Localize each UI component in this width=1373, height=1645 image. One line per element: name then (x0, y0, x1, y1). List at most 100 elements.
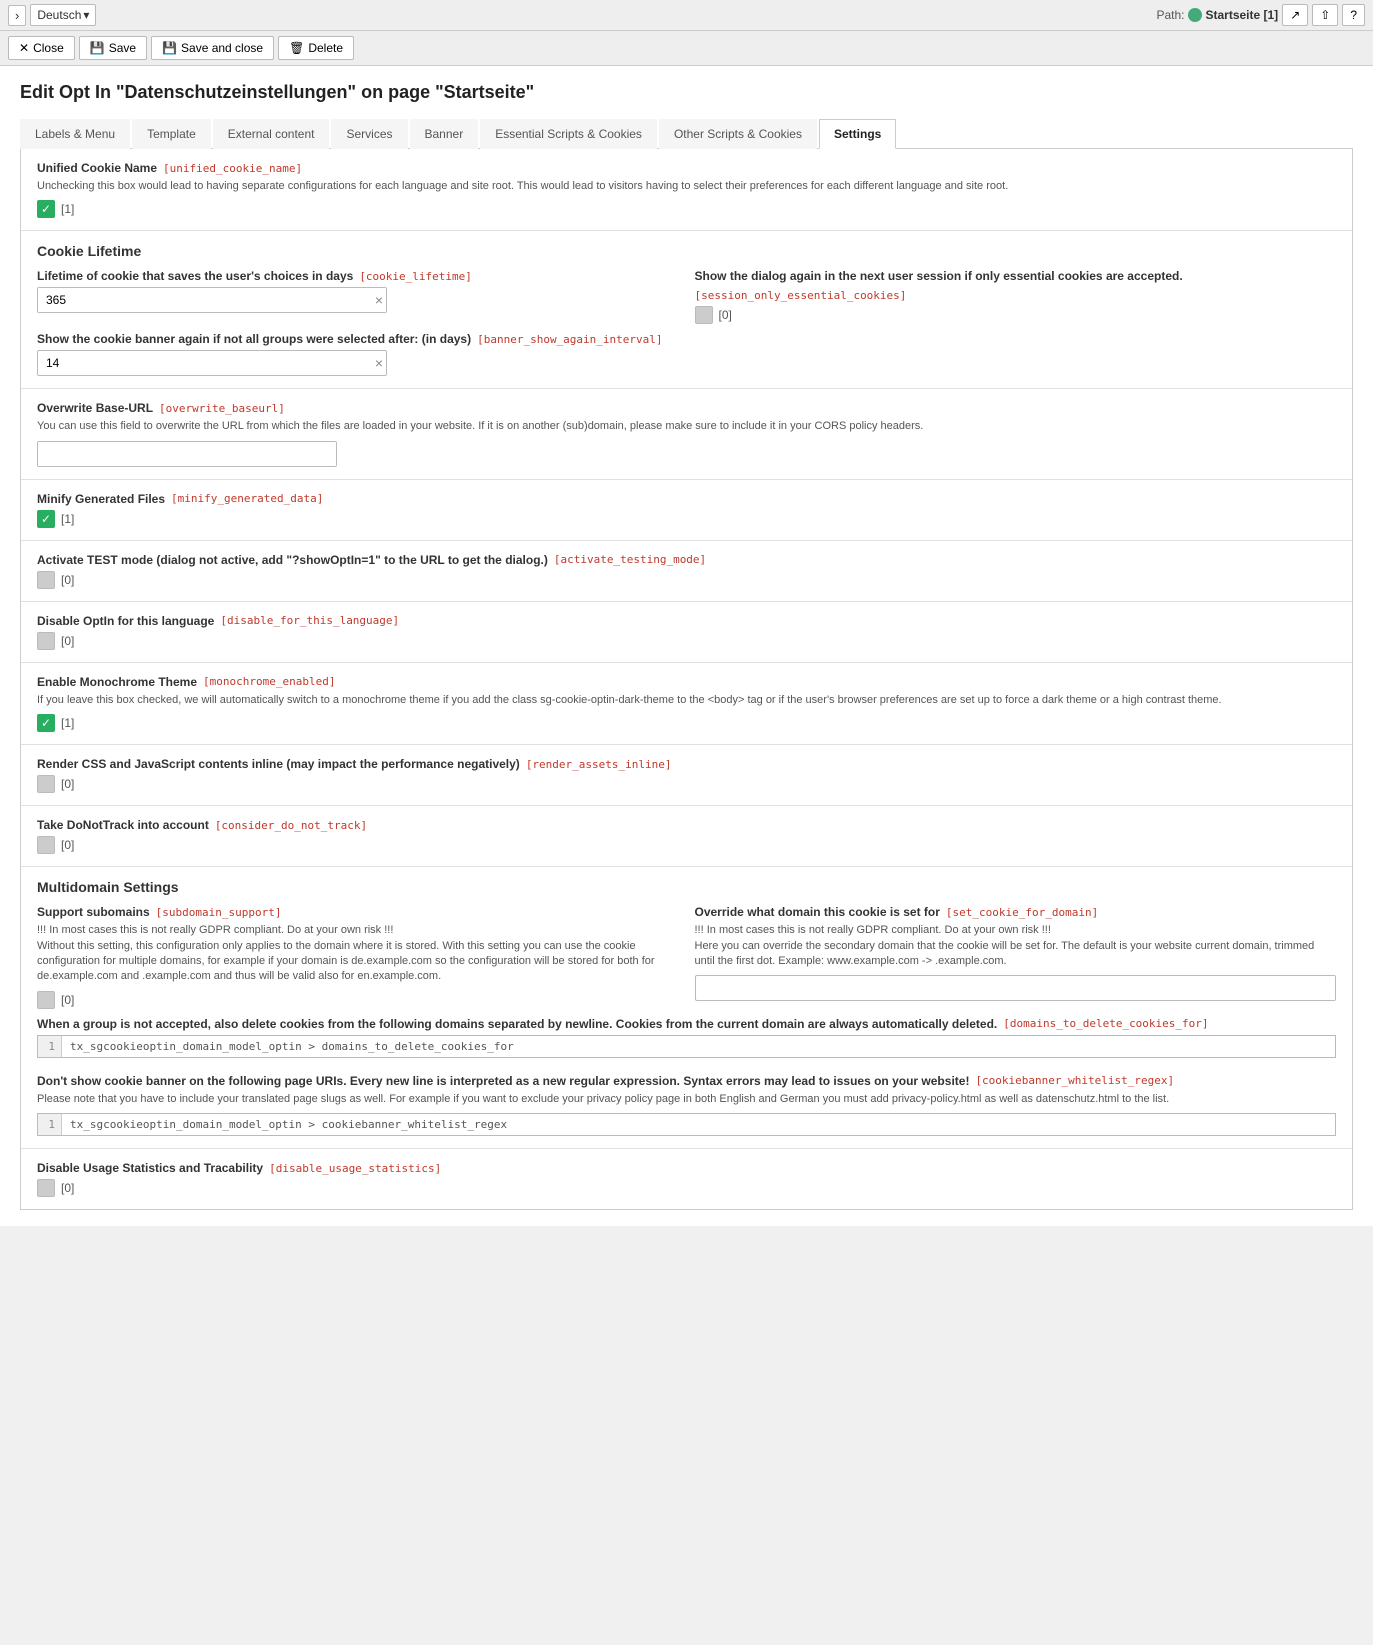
render-inline-checkbox[interactable] (37, 775, 55, 793)
whitelist-regex-line-num: 1 (38, 1114, 62, 1135)
session-value: [0] (719, 308, 732, 322)
session-checkbox[interactable] (695, 306, 713, 324)
save-close-icon: 💾 (162, 41, 177, 55)
tab-bar: Labels & Menu Template External content … (20, 119, 1353, 149)
set-cookie-domain-col: Override what domain this cookie is set … (695, 905, 1337, 1009)
whitelist-regex-code: tx_sgcookieoptin_domain_model_optin > co… (62, 1114, 1335, 1135)
test-mode-value: [0] (61, 573, 74, 587)
set-cookie-domain-input[interactable] (695, 975, 1337, 1001)
unified-cookie-section: Unified Cookie Name [unified_cookie_name… (21, 149, 1352, 231)
share-button[interactable]: ⇧ (1312, 4, 1338, 26)
monochrome-value: [1] (61, 716, 74, 730)
language-selector[interactable]: Deutsch ▾ (30, 4, 96, 26)
session-checkbox-wrap: [0] (695, 306, 1337, 324)
help-button[interactable]: ? (1342, 4, 1365, 26)
whitelist-regex-code-area[interactable]: 1 tx_sgcookieoptin_domain_model_optin > … (37, 1113, 1336, 1136)
language-label: Deutsch (37, 8, 81, 22)
whitelist-regex-section: Don't show cookie banner on the followin… (37, 1074, 1336, 1136)
tab-settings[interactable]: Settings (819, 119, 896, 149)
disable-usage-checkbox-wrap: [0] (37, 1179, 1336, 1197)
delete-label: Delete (308, 41, 343, 55)
settings-content: Unified Cookie Name [unified_cookie_name… (20, 149, 1353, 1210)
baseurl-input[interactable] (37, 441, 337, 467)
lifetime-label: Lifetime of cookie that saves the user's… (37, 269, 679, 283)
disable-usage-checkbox[interactable] (37, 1179, 55, 1197)
show-again-section: Show the cookie banner again if not all … (37, 332, 1336, 376)
close-icon: ✕ (19, 41, 29, 55)
unified-cookie-desc: Unchecking this box would lead to having… (37, 179, 1336, 194)
render-inline-label: Render CSS and JavaScript contents inlin… (37, 757, 1336, 771)
set-cookie-domain-label: Override what domain this cookie is set … (695, 905, 1337, 919)
dnt-value: [0] (61, 838, 74, 852)
baseurl-desc: You can use this field to overwrite the … (37, 419, 1336, 434)
show-again-clear-icon[interactable]: × (375, 355, 383, 371)
close-button[interactable]: ✕ Close (8, 36, 75, 60)
tab-other[interactable]: Other Scripts & Cookies (659, 119, 817, 149)
disable-usage-section: Disable Usage Statistics and Tracability… (21, 1149, 1352, 1209)
delete-button[interactable]: 🗑 Delete (278, 36, 354, 60)
test-mode-checkbox[interactable] (37, 571, 55, 589)
set-cookie-domain-desc: !!! In most cases this is not really GDP… (695, 923, 1337, 969)
monochrome-desc: If you leave this box checked, we will a… (37, 693, 1336, 708)
minify-section: Minify Generated Files [minify_generated… (21, 480, 1352, 541)
test-mode-section: Activate TEST mode (dialog not active, a… (21, 541, 1352, 602)
cookie-lifetime-title: Cookie Lifetime (37, 243, 1336, 259)
main-content: Edit Opt In "Datenschutzeinstellungen" o… (0, 66, 1373, 1226)
subdomain-label: Support subomains [subdomain_support] (37, 905, 679, 919)
lifetime-input-wrap: × (37, 287, 387, 313)
tab-banner[interactable]: Banner (410, 119, 479, 149)
save-button[interactable]: 💾 Save (79, 36, 147, 60)
minify-checkbox[interactable] (37, 510, 55, 528)
dnt-checkbox[interactable] (37, 836, 55, 854)
disable-language-checkbox[interactable] (37, 632, 55, 650)
tab-services[interactable]: Services (331, 119, 407, 149)
page-title: Edit Opt In "Datenschutzeinstellungen" o… (20, 82, 1353, 103)
disable-usage-label: Disable Usage Statistics and Tracability… (37, 1161, 1336, 1175)
multidomain-grid: Support subomains [subdomain_support] !!… (37, 905, 1336, 1009)
save-close-label: Save and close (181, 41, 263, 55)
tab-essential[interactable]: Essential Scripts & Cookies (480, 119, 657, 149)
tab-external[interactable]: External content (213, 119, 330, 149)
dnt-label: Take DoNotTrack into account [consider_d… (37, 818, 1336, 832)
lifetime-clear-icon[interactable]: × (375, 292, 383, 308)
disable-usage-value: [0] (61, 1181, 74, 1195)
path-label: Path: (1156, 8, 1184, 22)
chevron-down-icon: ▾ (83, 8, 89, 22)
collapse-icon[interactable]: › (8, 5, 26, 26)
monochrome-checkbox[interactable] (37, 714, 55, 732)
external-link-button[interactable]: ↗ (1282, 4, 1308, 26)
tab-template[interactable]: Template (132, 119, 211, 149)
close-label: Close (33, 41, 64, 55)
minify-value: [1] (61, 512, 74, 526)
globe-icon (1188, 8, 1202, 22)
lifetime-input[interactable] (37, 287, 387, 313)
show-again-label: Show the cookie banner again if not all … (37, 332, 1336, 346)
render-inline-section: Render CSS and JavaScript contents inlin… (21, 745, 1352, 806)
save-close-button[interactable]: 💾 Save and close (151, 36, 274, 60)
subdomain-value: [0] (61, 993, 74, 1007)
baseurl-label: Overwrite Base-URL [overwrite_baseurl] (37, 401, 1336, 415)
whitelist-regex-label: Don't show cookie banner on the followin… (37, 1074, 1336, 1088)
subdomain-col: Support subomains [subdomain_support] !!… (37, 905, 679, 1009)
unified-cookie-checkbox-wrap: [1] (37, 200, 1336, 218)
unified-cookie-checkbox[interactable] (37, 200, 55, 218)
domains-delete-code-area[interactable]: 1 tx_sgcookieoptin_domain_model_optin > … (37, 1035, 1336, 1058)
render-inline-checkbox-wrap: [0] (37, 775, 1336, 793)
cookie-lifetime-section: Cookie Lifetime Lifetime of cookie that … (21, 231, 1352, 389)
domains-delete-code: tx_sgcookieoptin_domain_model_optin > do… (62, 1036, 1335, 1057)
multidomain-section: Multidomain Settings Support subomains [… (21, 867, 1352, 1149)
tab-labels[interactable]: Labels & Menu (20, 119, 130, 149)
subdomain-checkbox[interactable] (37, 991, 55, 1009)
session-label: Show the dialog again in the next user s… (695, 269, 1337, 302)
monochrome-section: Enable Monochrome Theme [monochrome_enab… (21, 663, 1352, 745)
test-mode-label: Activate TEST mode (dialog not active, a… (37, 553, 1336, 567)
show-again-input[interactable] (37, 350, 387, 376)
page-name: Startseite [1] (1205, 8, 1278, 22)
top-bar-left: › Deutsch ▾ (8, 4, 96, 26)
delete-icon: 🗑 (289, 41, 304, 55)
page-path: Startseite [1] (1188, 8, 1278, 22)
minify-checkbox-wrap: [1] (37, 510, 1336, 528)
dnt-section: Take DoNotTrack into account [consider_d… (21, 806, 1352, 867)
disable-language-label: Disable OptIn for this language [disable… (37, 614, 1336, 628)
show-again-input-wrap: × (37, 350, 387, 376)
